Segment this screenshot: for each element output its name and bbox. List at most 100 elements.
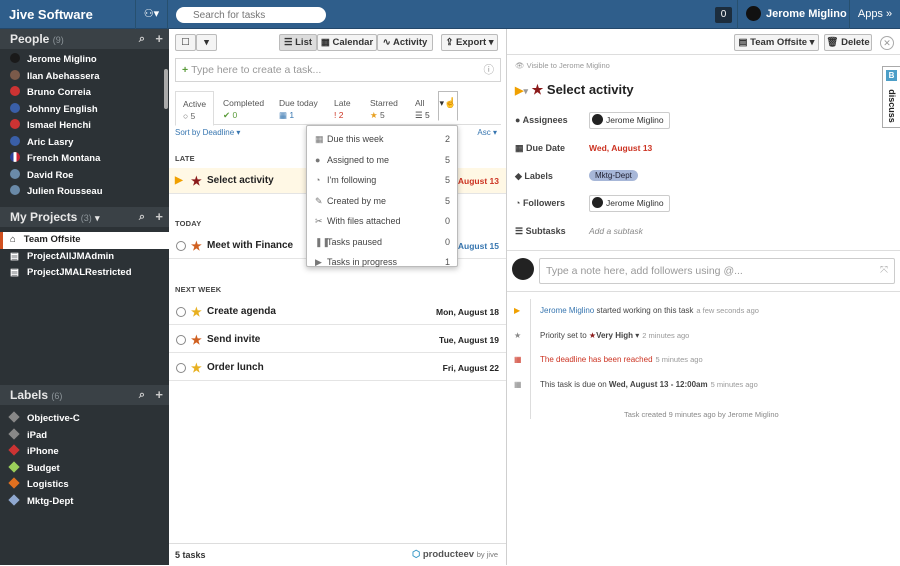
due-date-value[interactable]: Wed, August 13 xyxy=(589,143,652,153)
sidebar-item-project[interactable]: ▤ ProjectAllJMAdmin xyxy=(0,249,169,266)
task-row[interactable]: ★ Order lunch Fri, August 22 xyxy=(169,355,506,381)
task-detail-panel: ▤ Team Offsite ▾ 🗑 Delete ✕ 👁 Visible to… xyxy=(507,29,900,565)
star-icon[interactable]: ★ xyxy=(191,168,202,194)
due-date-label: ▦ Due Date xyxy=(515,143,566,153)
add-person-icon[interactable]: + xyxy=(155,29,163,49)
tab-active[interactable]: Active ○ 5 xyxy=(175,91,214,126)
tag-icon xyxy=(8,494,20,506)
user-menu[interactable]: Jerome Miglino ▾ xyxy=(737,0,848,49)
calendar-icon: ▦ xyxy=(514,355,522,364)
add-project-icon[interactable]: + xyxy=(155,207,163,227)
sort-by-button[interactable]: Sort by Deadline ▾ xyxy=(175,128,240,137)
activity-timeline xyxy=(530,299,531,419)
task-row[interactable]: ★ Send invite Tue, August 19 xyxy=(169,327,506,353)
pause-icon: ❚❚ xyxy=(315,236,331,247)
brand-switcher[interactable]: Jive Software xyxy=(0,0,136,29)
sidebar-item-label[interactable]: Objective-C xyxy=(0,411,169,428)
menu-item-tasks-paused[interactable]: ❚❚Tasks paused 0 xyxy=(307,233,457,253)
sidebar-item-person[interactable]: Ismael Henchi xyxy=(0,118,169,135)
sidebar-item-label[interactable]: Budget xyxy=(0,461,169,478)
task-row[interactable]: ★ Create agenda Mon, August 18 xyxy=(169,299,506,325)
play-icon[interactable]: ▶ xyxy=(175,168,183,194)
complete-checkbox[interactable] xyxy=(176,363,186,373)
menu-item-files-attached[interactable]: ✂ With files attached 0 xyxy=(307,212,457,232)
search-input[interactable] xyxy=(176,7,326,23)
notification-count[interactable]: 0 xyxy=(715,7,732,23)
sidebar-item-label[interactable]: iPad xyxy=(0,428,169,445)
projects-list: ⌂ Team Offsite ▤ ProjectAllJMAdmin ▤ Projec… xyxy=(0,227,169,385)
tab-late[interactable]: Late! 2 xyxy=(327,91,363,125)
more-filters-button[interactable]: ▾☝ xyxy=(438,91,458,121)
sidebar-item-label[interactable]: Mktg-Dept xyxy=(0,494,169,511)
org-chart-icon[interactable]: ⚇▾ xyxy=(136,0,168,29)
complete-checkbox[interactable] xyxy=(176,241,186,251)
add-subtask-input[interactable]: Add a subtask xyxy=(589,226,643,236)
sidebar-item-person[interactable]: Bruno Correia xyxy=(0,85,169,102)
search-icon[interactable]: ⌕ xyxy=(139,29,145,49)
sidebar-item-person[interactable]: Jerome Miglino xyxy=(0,52,169,69)
people-title: People xyxy=(10,32,50,46)
delete-button[interactable]: 🗑 Delete xyxy=(824,34,872,51)
star-icon: ★ xyxy=(514,331,522,340)
complete-checkbox[interactable] xyxy=(176,307,186,317)
complete-checkbox[interactable] xyxy=(176,335,186,345)
close-icon[interactable]: ✕ xyxy=(880,36,894,50)
sidebar-item-person[interactable]: David Roe xyxy=(0,168,169,185)
tag-icon xyxy=(8,428,20,440)
assignee-chip[interactable]: Jerome Miglino xyxy=(589,112,670,130)
sidebar-item-project[interactable]: ⌂ Team Offsite xyxy=(0,232,169,249)
star-icon[interactable]: ★ xyxy=(191,355,202,381)
star-icon[interactable]: ★ xyxy=(191,299,202,325)
rss-icon: ◔ xyxy=(315,175,321,185)
sidebar-item-person[interactable]: Aric Lasry xyxy=(0,135,169,152)
avatar xyxy=(10,102,20,113)
sidebar-item-label[interactable]: iPhone xyxy=(0,444,169,461)
tab-starred[interactable]: Starred ★ 5 xyxy=(363,91,408,125)
project-select-button[interactable]: ▤ Team Offsite ▾ xyxy=(734,34,819,51)
menu-item-created-by-me[interactable]: ✎ Created by me 5 xyxy=(307,192,457,212)
pencil-icon: ✎ xyxy=(315,195,323,206)
projects-title[interactable]: My Projects xyxy=(10,210,77,224)
task-count: 5 tasks xyxy=(175,550,206,560)
select-all-checkbox[interactable]: ☐ xyxy=(175,34,196,51)
plus-icon: + xyxy=(182,64,189,76)
apps-menu[interactable]: Apps » xyxy=(849,0,900,29)
new-task-input[interactable]: + Type here to create a task... ⓘ xyxy=(175,58,501,82)
export-button[interactable]: ⇪ Export ▾ xyxy=(441,34,498,51)
task-title[interactable]: ▶▾ ★ Select activity xyxy=(515,82,634,98)
label-chip[interactable]: Mktg-Dept xyxy=(589,170,638,181)
tab-due-today[interactable]: Due today ▦ 1 xyxy=(272,91,327,125)
menu-item-following[interactable]: ◔ I'm following 5 xyxy=(307,171,457,191)
avatar xyxy=(10,53,20,64)
sidebar-item-person[interactable]: French Montana xyxy=(0,151,169,168)
list-footer: 5 tasks ⬡ producteev by jive xyxy=(169,543,506,565)
search-icon[interactable]: ⌕ xyxy=(139,207,145,227)
star-icon[interactable]: ★ xyxy=(191,327,202,353)
discuss-tab[interactable]: Bdiscuss xyxy=(882,66,900,128)
note-input[interactable]: Type a note here, add followers using @.… xyxy=(539,258,895,284)
tab-completed[interactable]: Completed ✔ 0 xyxy=(216,91,271,125)
menu-item-assigned-to-me[interactable]: ● Assigned to me 5 xyxy=(307,151,457,171)
sidebar-item-label[interactable]: Logistics xyxy=(0,477,169,494)
activity-view-button[interactable]: ∿ Activity xyxy=(377,34,433,51)
sidebar-item-person[interactable]: Ilan Abehassera xyxy=(0,69,169,86)
labels-label: ◆ Labels xyxy=(515,171,553,181)
scrollbar[interactable] xyxy=(164,69,168,109)
sidebar-item-person[interactable]: Johnny English xyxy=(0,102,169,119)
add-label-icon[interactable]: + xyxy=(155,385,163,405)
menu-item-due-this-week[interactable]: ▦ Due this week 2 xyxy=(307,130,457,150)
sidebar-item-project[interactable]: ▤ ProjectJMALRestricted xyxy=(0,265,169,282)
menu-item-tasks-in-progress[interactable]: ▶ Tasks in progress 1 xyxy=(307,253,457,273)
subtasks-label: ☰ Subtasks xyxy=(515,226,566,236)
star-icon[interactable]: ★ xyxy=(191,233,202,259)
sidebar-item-person[interactable]: Julien Rousseau xyxy=(0,184,169,201)
list-view-button[interactable]: ☰ List xyxy=(279,34,317,51)
follower-chip[interactable]: Jerome Miglino xyxy=(589,195,670,213)
people-list: Jerome Miglino Ilan Abehassera Bruno Cor… xyxy=(0,49,169,207)
select-menu-button[interactable]: ▾ xyxy=(196,34,217,51)
tab-all[interactable]: All ☰ 5 xyxy=(408,91,440,125)
search-icon[interactable]: ⌕ xyxy=(139,385,145,405)
sort-order-button[interactable]: Asc ▾ xyxy=(477,128,497,137)
people-header: People (9) ⌕ + xyxy=(0,29,169,49)
calendar-view-button[interactable]: ▦ Calendar xyxy=(317,34,377,51)
